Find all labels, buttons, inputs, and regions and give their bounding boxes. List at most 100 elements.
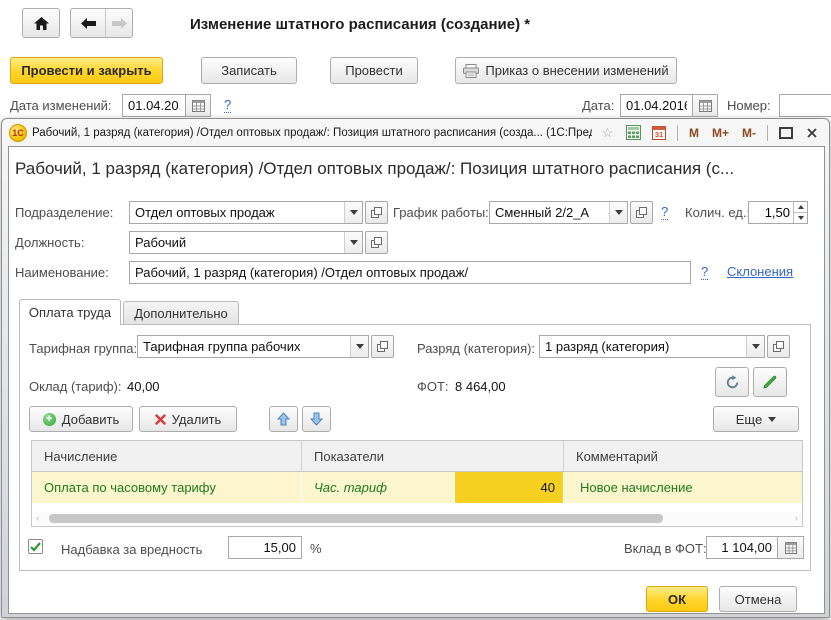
ok-button[interactable]: ОК	[646, 586, 708, 612]
home-button[interactable]	[22, 8, 60, 38]
tariff-group-dropdown-button[interactable]	[350, 336, 368, 357]
position-open-button[interactable]	[365, 231, 388, 254]
grade-combo[interactable]: 1 разряд (категория)	[539, 335, 790, 358]
svg-text:31: 31	[655, 130, 663, 139]
hazard-unit: %	[310, 541, 322, 556]
move-down-button[interactable]	[302, 406, 331, 432]
more-button[interactable]: Еще	[713, 406, 799, 432]
department-dropdown-button[interactable]	[344, 202, 362, 223]
grade-dropdown-button[interactable]	[746, 336, 764, 357]
dialog-content: Рабочий, 1 разряд (категория) /Отдел опт…	[8, 146, 825, 614]
position-label: Должность:	[15, 235, 84, 250]
post-and-close-button[interactable]: Провести и закрыть	[10, 57, 163, 84]
tariff-group-open-button[interactable]	[371, 335, 394, 358]
cell-indicator[interactable]: Час. тариф	[302, 472, 455, 503]
forward-button[interactable]	[105, 9, 132, 37]
edit-fot-button[interactable]	[753, 367, 787, 397]
calendar-button[interactable]: 31	[649, 123, 670, 142]
spin-up-icon	[798, 205, 804, 209]
cell-accrual[interactable]: Оплата по часовому тарифу	[32, 472, 302, 503]
star-icon: ☆	[602, 125, 614, 141]
date-field	[620, 94, 718, 117]
1c-logo-icon: 1С	[9, 124, 27, 142]
open-icon	[377, 341, 388, 352]
scroll-left-icon[interactable]: ‹	[36, 513, 39, 524]
spin-up-button[interactable]	[794, 202, 807, 212]
change-date-calendar-button[interactable]	[186, 94, 211, 117]
open-icon	[636, 207, 647, 218]
name-input[interactable]	[129, 261, 691, 284]
scrollbar-thumb[interactable]	[49, 514, 663, 523]
name-help-link[interactable]: ?	[701, 264, 708, 280]
maximize-button[interactable]	[775, 123, 796, 142]
fot-label: ФОТ:	[417, 379, 449, 394]
dialog-titlebar[interactable]: 1С Рабочий, 1 разряд (категория) /Отдел …	[2, 119, 829, 146]
refresh-icon	[725, 375, 740, 390]
spin-down-button[interactable]	[794, 212, 807, 223]
position-dropdown-button[interactable]	[344, 232, 362, 253]
post-label: Провести	[345, 63, 403, 78]
order-print-label: Приказ о внесении изменений	[485, 63, 668, 78]
order-print-button[interactable]: Приказ о внесении изменений	[455, 57, 677, 84]
fot-contribution-label: Вклад в ФОТ:	[624, 541, 707, 556]
horizontal-scrollbar[interactable]: ‹ ›	[33, 512, 801, 525]
arrow-up-icon	[277, 412, 290, 426]
chevron-down-icon	[752, 344, 760, 349]
tab-pay-label: Оплата труда	[29, 305, 111, 320]
position-combo[interactable]: Рабочий	[129, 231, 388, 254]
write-button[interactable]: Записать	[201, 57, 297, 84]
date-label: Дата:	[582, 98, 614, 113]
schedule-open-button[interactable]	[630, 201, 653, 224]
delete-row-button[interactable]: Удалить	[139, 406, 237, 432]
titlebar-separator	[767, 125, 768, 141]
date-input[interactable]	[620, 94, 693, 117]
table-row[interactable]: Оплата по часовому тарифу Час. тариф 40 …	[32, 472, 802, 503]
fot-value: 8 464,00	[455, 379, 506, 394]
number-input[interactable]	[779, 94, 831, 117]
department-open-button[interactable]	[365, 201, 388, 224]
scroll-right-icon[interactable]: ›	[795, 513, 798, 524]
post-button[interactable]: Провести	[330, 57, 418, 84]
more-label: Еще	[736, 412, 762, 427]
cell-value[interactable]: 40	[455, 472, 564, 503]
move-up-button[interactable]	[269, 406, 298, 432]
fot-contribution-input[interactable]	[706, 536, 778, 559]
back-button[interactable]	[71, 9, 105, 37]
change-date-input[interactable]	[122, 94, 186, 117]
cancel-button[interactable]: Отмена	[719, 586, 797, 612]
quantity-stepper	[748, 201, 808, 224]
favorites-star-button[interactable]: ☆	[597, 123, 618, 142]
add-row-button[interactable]: + Добавить	[29, 406, 133, 432]
hazard-checkbox[interactable]	[28, 539, 43, 554]
fot-contribution-calc-button[interactable]	[778, 536, 804, 559]
tab-additional[interactable]: Дополнительно	[123, 301, 239, 325]
close-button[interactable]	[801, 123, 822, 142]
change-date-help-link[interactable]: ?	[224, 97, 231, 113]
position-dialog: 1С Рабочий, 1 разряд (категория) /Отдел …	[1, 118, 830, 618]
chevron-down-icon	[615, 210, 623, 215]
schedule-dropdown-button[interactable]	[609, 202, 627, 223]
tab-pay[interactable]: Оплата труда	[19, 299, 121, 325]
cell-comment[interactable]: Новое начисление	[564, 472, 802, 503]
chevron-down-icon	[768, 417, 776, 422]
tariff-group-combo[interactable]: Тарифная группа рабочих	[137, 335, 394, 358]
recalculate-button[interactable]	[715, 367, 749, 397]
m-plus-button[interactable]: M+	[708, 126, 733, 140]
date-calendar-button[interactable]	[693, 94, 718, 117]
m-minus-button[interactable]: M-	[738, 126, 760, 140]
calc-grid-icon	[785, 542, 797, 554]
change-date-label: Дата изменений:	[10, 98, 112, 113]
schedule-help-link[interactable]: ?	[661, 204, 668, 220]
schedule-combo[interactable]: Сменный 2/2_А	[489, 201, 653, 224]
hazard-input[interactable]	[228, 536, 302, 559]
calculator-button[interactable]	[623, 123, 644, 142]
department-combo[interactable]: Отдел оптовых продаж	[129, 201, 388, 224]
forward-arrow-icon	[112, 18, 127, 29]
back-arrow-icon	[81, 18, 96, 29]
quantity-input[interactable]	[749, 202, 793, 223]
grade-label: Разряд (категория):	[417, 341, 535, 356]
grade-open-button[interactable]	[767, 335, 790, 358]
m-button[interactable]: M	[685, 126, 703, 140]
tariff-group-value: Тарифная группа рабочих	[138, 336, 350, 357]
declension-link[interactable]: Склонения	[727, 264, 793, 279]
